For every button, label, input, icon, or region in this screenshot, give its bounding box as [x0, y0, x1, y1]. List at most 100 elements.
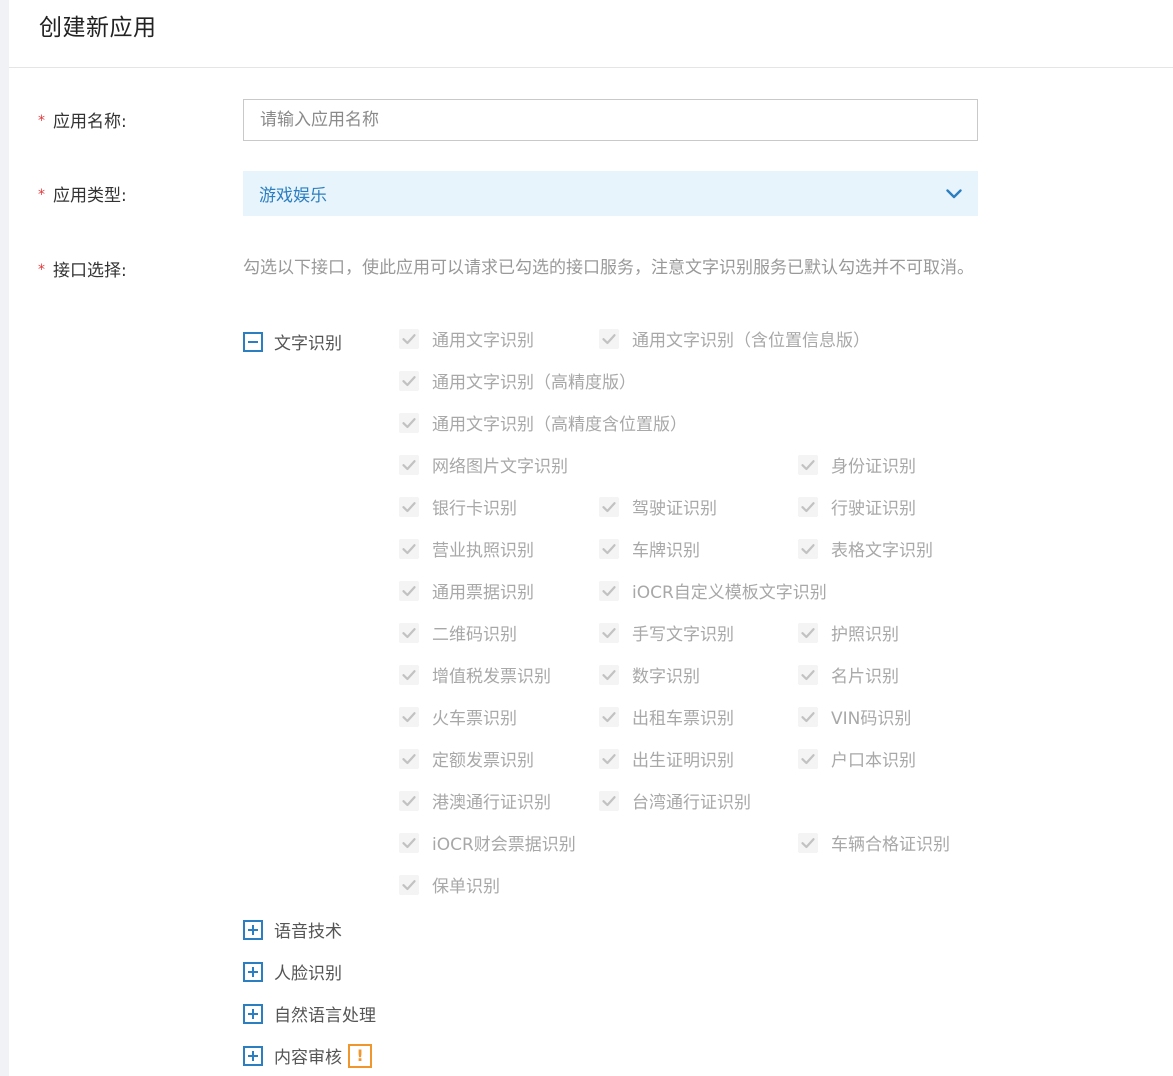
- app-name-input[interactable]: [243, 99, 978, 141]
- warning-icon: !: [348, 1043, 372, 1068]
- checkmark-icon: [599, 748, 619, 769]
- api-checkbox-item[interactable]: 通用文字识别（含位置信息版）: [599, 326, 870, 351]
- api-checkbox-label: 银行卡识别: [432, 499, 517, 519]
- api-checkbox-label: VIN码识别: [831, 709, 912, 729]
- api-checkbox-item[interactable]: VIN码识别: [798, 704, 911, 729]
- api-checkbox-item[interactable]: 网络图片文字识别: [399, 452, 568, 477]
- checkmark-icon: [399, 412, 419, 433]
- required-mark: *: [38, 113, 45, 129]
- checkmark-icon: [399, 328, 419, 349]
- app-name-label-text: 应用名称:: [53, 112, 127, 132]
- left-sidebar-strip: [0, 0, 9, 1076]
- api-checkbox-label: 出生证明识别: [632, 751, 734, 771]
- api-checkbox-item[interactable]: 名片识别: [798, 662, 899, 687]
- api-checkbox-item[interactable]: 通用文字识别（高精度含位置版）: [399, 410, 687, 435]
- checkmark-icon: [798, 748, 818, 769]
- chevron-down-icon: [946, 188, 962, 198]
- app-type-label: * 应用类型:: [38, 181, 127, 206]
- checkmark-icon: [599, 496, 619, 517]
- api-checkbox-item[interactable]: 出生证明识别: [599, 746, 734, 771]
- checkmark-icon: [399, 496, 419, 517]
- checkmark-icon: [399, 706, 419, 727]
- group-label-moderation: 内容审核: [274, 1048, 342, 1068]
- api-checkbox-label: 保单识别: [432, 877, 500, 897]
- api-checkbox-label: 营业执照识别: [432, 541, 534, 561]
- api-checkbox-item[interactable]: 通用文字识别: [399, 326, 534, 351]
- checkmark-icon: [798, 622, 818, 643]
- api-checkbox-item[interactable]: 港澳通行证识别: [399, 788, 551, 813]
- api-checkbox-item[interactable]: 通用票据识别: [399, 578, 534, 603]
- api-checkbox-label: 增值税发票识别: [432, 667, 551, 687]
- api-checkbox-label: 驾驶证识别: [632, 499, 717, 519]
- api-checkbox-item[interactable]: 表格文字识别: [798, 536, 933, 561]
- api-checkbox-label: 港澳通行证识别: [432, 793, 551, 813]
- api-checkbox-item[interactable]: 出租车票识别: [599, 704, 734, 729]
- api-checkbox-item[interactable]: 手写文字识别: [599, 620, 734, 645]
- api-checkbox-item[interactable]: 户口本识别: [798, 746, 916, 771]
- group-label-speech: 语音技术: [274, 922, 342, 942]
- api-checkbox-item[interactable]: 银行卡识别: [399, 494, 517, 519]
- checkmark-icon: [599, 790, 619, 811]
- api-checkbox-label: 台湾通行证识别: [632, 793, 751, 813]
- group-label-ocr: 文字识别: [274, 334, 342, 354]
- api-checkbox-label: 定额发票识别: [432, 751, 534, 771]
- api-checkbox-item[interactable]: 通用文字识别（高精度版）: [399, 368, 636, 393]
- api-checkbox-label: 名片识别: [831, 667, 899, 687]
- api-checkbox-item[interactable]: 行驶证识别: [798, 494, 916, 519]
- api-select-label-text: 接口选择:: [53, 261, 127, 281]
- group-toggle-ocr[interactable]: 文字识别: [243, 329, 342, 354]
- api-checkbox-label: 通用文字识别: [432, 331, 534, 351]
- expand-plus-icon: [243, 1045, 263, 1066]
- api-checkbox-label: 护照识别: [831, 625, 899, 645]
- api-checkbox-item[interactable]: 台湾通行证识别: [599, 788, 751, 813]
- checkmark-icon: [798, 832, 818, 853]
- group-toggle-face[interactable]: 人脸识别: [243, 959, 342, 984]
- page-header: 创建新应用: [9, 0, 1173, 68]
- api-checkbox-label: 通用文字识别（高精度版）: [432, 373, 636, 393]
- checkmark-icon: [399, 664, 419, 685]
- checkmark-icon: [798, 538, 818, 559]
- api-checkbox-item[interactable]: 车牌识别: [599, 536, 700, 561]
- api-checkbox-item[interactable]: 增值税发票识别: [399, 662, 551, 687]
- api-checkbox-label: 通用票据识别: [432, 583, 534, 603]
- checkmark-icon: [399, 790, 419, 811]
- required-mark: *: [38, 262, 45, 278]
- checkmark-icon: [399, 454, 419, 475]
- api-checkbox-label: 火车票识别: [432, 709, 517, 729]
- checkmark-icon: [599, 664, 619, 685]
- api-checkbox-label: 网络图片文字识别: [432, 457, 568, 477]
- group-toggle-speech[interactable]: 语音技术: [243, 917, 342, 942]
- api-select-intro: 勾选以下接口，使此应用可以请求已勾选的接口服务，注意文字识别服务已默认勾选并不可…: [243, 258, 974, 278]
- api-checkbox-item[interactable]: 保单识别: [399, 872, 500, 897]
- expand-plus-icon: [243, 919, 263, 940]
- api-checkbox-item[interactable]: 身份证识别: [798, 452, 916, 477]
- api-select-label: * 接口选择:: [38, 256, 127, 281]
- checkmark-icon: [399, 370, 419, 391]
- checkmark-icon: [599, 622, 619, 643]
- api-checkbox-label: 手写文字识别: [632, 625, 734, 645]
- expand-plus-icon: [243, 961, 263, 982]
- api-checkbox-label: 户口本识别: [831, 751, 916, 771]
- api-checkbox-item[interactable]: iOCR财会票据识别: [399, 830, 576, 855]
- checkmark-icon: [399, 748, 419, 769]
- api-checkbox-item[interactable]: 数字识别: [599, 662, 700, 687]
- api-checkbox-item[interactable]: 驾驶证识别: [599, 494, 717, 519]
- group-toggle-nlp[interactable]: 自然语言处理: [243, 1001, 376, 1026]
- checkmark-icon: [798, 706, 818, 727]
- api-checkbox-label: iOCR财会票据识别: [432, 835, 576, 855]
- group-label-nlp: 自然语言处理: [274, 1006, 376, 1026]
- api-checkbox-item[interactable]: iOCR自定义模板文字识别: [599, 578, 827, 603]
- api-checkbox-label: 行驶证识别: [831, 499, 916, 519]
- api-checkbox-label: 通用文字识别（含位置信息版）: [632, 331, 870, 351]
- api-checkbox-item[interactable]: 火车票识别: [399, 704, 517, 729]
- api-checkbox-item[interactable]: 车辆合格证识别: [798, 830, 950, 855]
- api-checkbox-label: 车辆合格证识别: [831, 835, 950, 855]
- group-toggle-moderation[interactable]: 内容审核 !: [243, 1043, 372, 1068]
- api-checkbox-item[interactable]: 营业执照识别: [399, 536, 534, 561]
- checkmark-icon: [599, 538, 619, 559]
- checkmark-icon: [399, 622, 419, 643]
- api-checkbox-item[interactable]: 定额发票识别: [399, 746, 534, 771]
- api-checkbox-item[interactable]: 二维码识别: [399, 620, 517, 645]
- api-checkbox-item[interactable]: 护照识别: [798, 620, 899, 645]
- app-type-select[interactable]: 游戏娱乐: [243, 171, 978, 216]
